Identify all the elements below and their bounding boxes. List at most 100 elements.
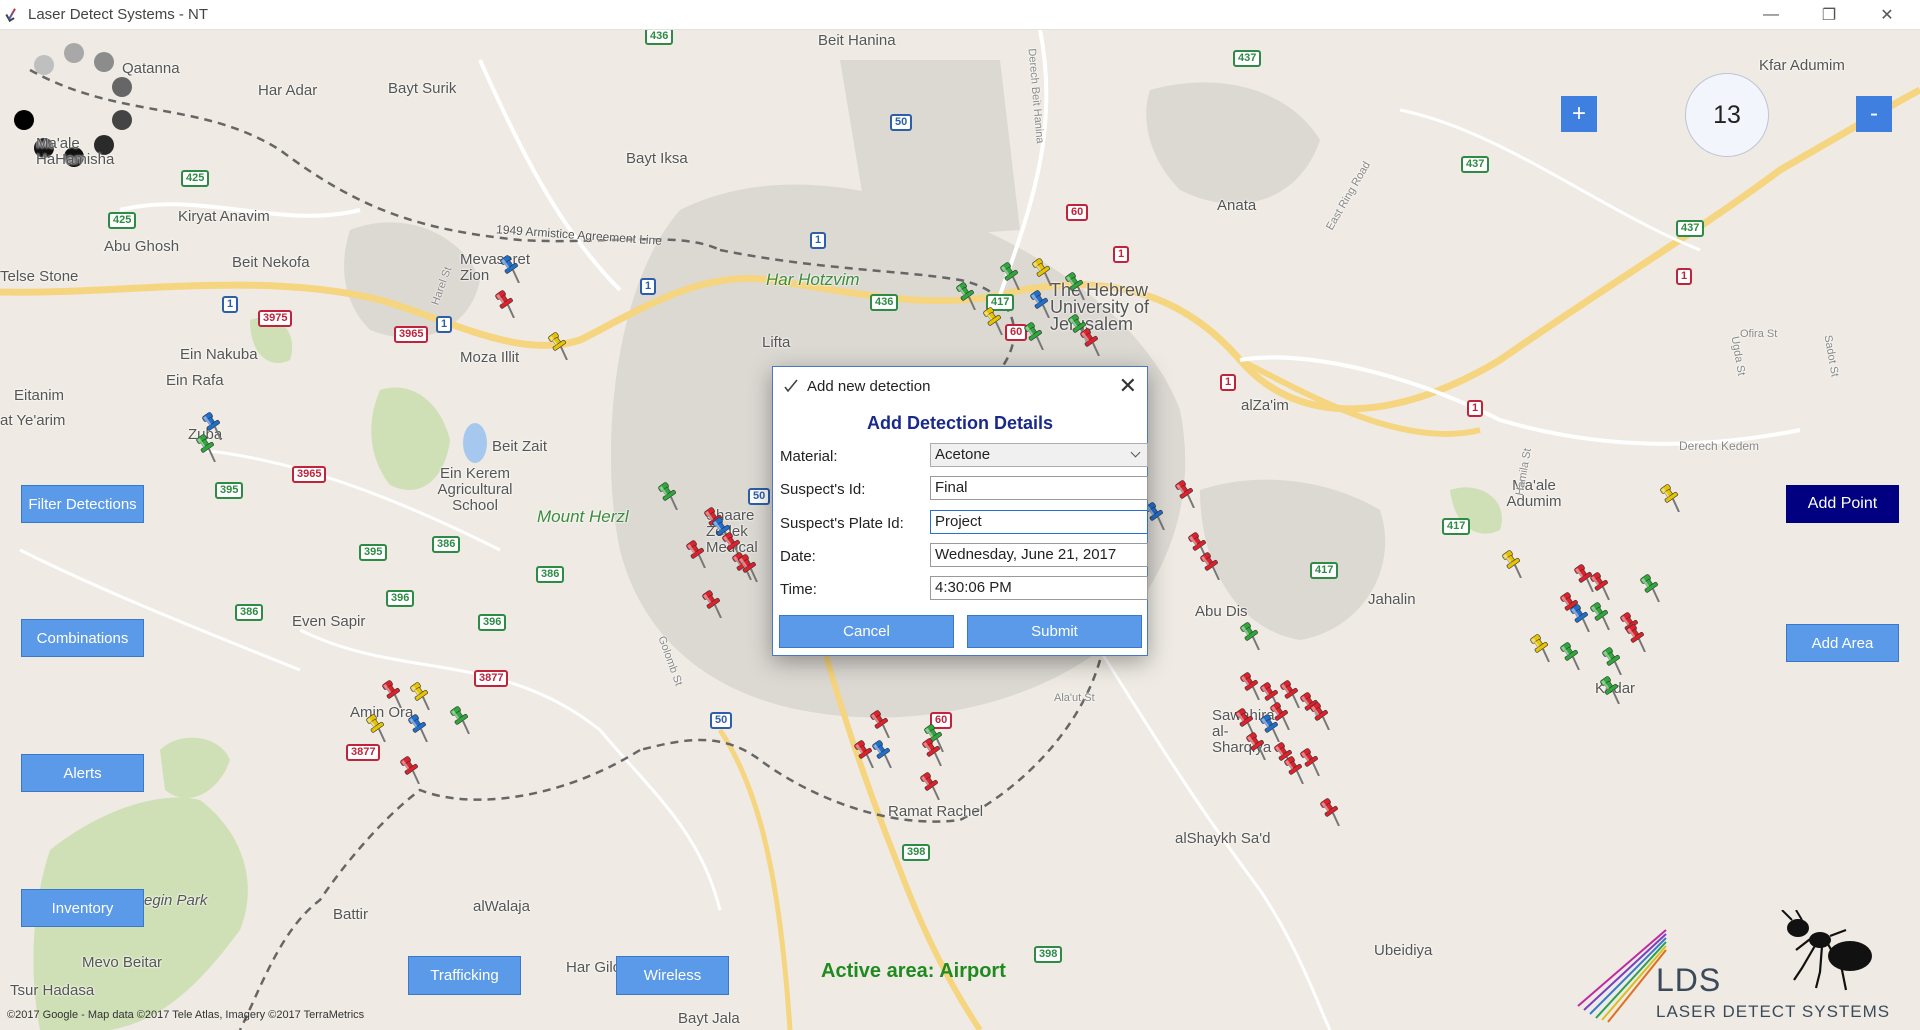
road-shield: 3965 — [394, 326, 429, 343]
detection-pin[interactable] — [1587, 570, 1611, 600]
detection-pin[interactable] — [1062, 270, 1086, 300]
logo-full: LASER DETECT SYSTEMS — [1656, 1002, 1891, 1021]
detection-pin[interactable] — [1599, 645, 1623, 675]
detection-pin[interactable] — [1657, 482, 1681, 512]
place-label: Derech Kedem — [1679, 439, 1760, 453]
detection-pin[interactable] — [953, 280, 977, 310]
detection-pin[interactable] — [1237, 620, 1261, 650]
road-shield: 386 — [536, 566, 565, 583]
place-label: Bayt Surik — [388, 80, 457, 97]
close-icon[interactable]: ✕ — [1119, 373, 1137, 399]
minimize-button[interactable]: — — [1748, 0, 1794, 29]
detection-pin[interactable] — [492, 288, 516, 318]
road-shield: 3877 — [346, 744, 381, 761]
nav-dot[interactable] — [34, 55, 54, 75]
road-shield: 1 — [436, 316, 453, 333]
detection-pin[interactable] — [1029, 256, 1053, 286]
detection-pin[interactable] — [917, 770, 941, 800]
restore-button[interactable]: ❐ — [1806, 0, 1852, 29]
trafficking-button[interactable]: Trafficking — [408, 956, 521, 995]
road-shield: 50 — [710, 712, 733, 729]
detection-pin[interactable] — [405, 712, 429, 742]
detection-pin[interactable] — [545, 330, 569, 360]
cancel-button[interactable]: Cancel — [779, 615, 954, 648]
place-label: Har Hotzvim — [766, 270, 860, 289]
place-label: Har Adar — [258, 82, 318, 99]
zoom-out-button[interactable]: - — [1856, 96, 1892, 132]
inventory-button[interactable]: Inventory — [21, 889, 144, 927]
place-label: Even Sapir — [292, 613, 366, 630]
detection-pin[interactable] — [1527, 632, 1551, 662]
detection-pin[interactable] — [683, 538, 707, 568]
nav-dot[interactable] — [112, 77, 132, 97]
nav-dot[interactable] — [112, 110, 132, 130]
road-shield: 396 — [478, 614, 507, 631]
detection-pin[interactable] — [497, 253, 521, 283]
filter-detections-button[interactable]: Filter Detections — [21, 485, 144, 523]
detection-pin[interactable] — [869, 738, 893, 768]
alerts-button[interactable]: Alerts — [21, 754, 144, 792]
road-shield: 386 — [235, 604, 264, 621]
detection-pin[interactable] — [1623, 622, 1647, 652]
road-shield: 396 — [386, 590, 415, 607]
nav-dot[interactable] — [14, 110, 34, 130]
detection-pin[interactable] — [1281, 754, 1305, 784]
road-shield: 437 — [1676, 220, 1705, 237]
detection-pin[interactable] — [447, 704, 471, 734]
material-row: Material: Acetone — [780, 443, 1148, 469]
place-label: egin Park — [144, 892, 208, 909]
combinations-button[interactable]: Combinations — [21, 619, 144, 657]
date-input[interactable]: Wednesday, June 21, 2017 — [930, 543, 1148, 567]
submit-button[interactable]: Submit — [967, 615, 1142, 648]
suspect-id-input[interactable]: Final — [930, 476, 1148, 500]
place-label: Beit Hanina — [818, 32, 896, 49]
close-button[interactable]: ✕ — [1864, 0, 1910, 29]
detection-pin[interactable] — [980, 305, 1004, 335]
material-select[interactable]: Acetone — [930, 443, 1148, 467]
detection-pin[interactable] — [919, 736, 943, 766]
add-point-button[interactable]: Add Point — [1786, 485, 1899, 523]
add-detection-dialog: Add new detection ✕ Add Detection Detail… — [772, 366, 1148, 656]
detection-pin[interactable] — [1499, 548, 1523, 578]
road-shield: 417 — [1442, 518, 1471, 535]
detection-pin[interactable] — [407, 680, 431, 710]
detection-pin[interactable] — [735, 552, 759, 582]
detection-pin[interactable] — [1197, 550, 1221, 580]
detection-pin[interactable] — [867, 708, 891, 738]
add-area-button[interactable]: Add Area — [1786, 624, 1899, 662]
wireless-button[interactable]: Wireless — [616, 956, 729, 995]
place-label: Har Gilo — [566, 959, 622, 976]
nav-dot[interactable] — [64, 43, 84, 63]
detection-pin[interactable] — [1027, 288, 1051, 318]
detection-pin[interactable] — [1557, 640, 1581, 670]
detection-pin[interactable] — [699, 588, 723, 618]
place-label: Kiryat Anavim — [178, 208, 270, 225]
place-label: Anata — [1217, 197, 1257, 214]
detection-pin[interactable] — [655, 480, 679, 510]
detection-pin[interactable] — [1317, 796, 1341, 826]
zoom-in-button[interactable]: + — [1561, 96, 1597, 132]
detection-pin[interactable] — [363, 712, 387, 742]
detection-pin[interactable] — [997, 260, 1021, 290]
road-shield: 3877 — [474, 670, 509, 687]
plate-id-input[interactable]: Project — [930, 510, 1148, 534]
active-area-label: Active area: Airport — [821, 960, 1006, 982]
detection-pin[interactable] — [1587, 600, 1611, 630]
road-shield: 425 — [181, 170, 210, 187]
detection-pin[interactable] — [1172, 478, 1196, 508]
detection-pin[interactable] — [1021, 320, 1045, 350]
map-copyright: ©2017 Google - Map data ©2017 Tele Atlas… — [7, 1009, 365, 1021]
window-title: Laser Detect Systems - NT — [28, 6, 209, 23]
place-label: alShaykh Sa'd — [1175, 830, 1271, 847]
detection-pin[interactable] — [1077, 326, 1101, 356]
detection-pin[interactable] — [193, 432, 217, 462]
logo-short: LDS — [1656, 962, 1722, 998]
detection-pin[interactable] — [1637, 572, 1661, 602]
detection-pin[interactable] — [1243, 730, 1267, 760]
detection-pin[interactable] — [1597, 674, 1621, 704]
nav-dot[interactable] — [94, 52, 114, 72]
detection-pin[interactable] — [1307, 700, 1331, 730]
detection-pin[interactable] — [379, 678, 403, 708]
time-input[interactable]: 4:30:06 PM — [930, 576, 1148, 600]
detection-pin[interactable] — [397, 754, 421, 784]
